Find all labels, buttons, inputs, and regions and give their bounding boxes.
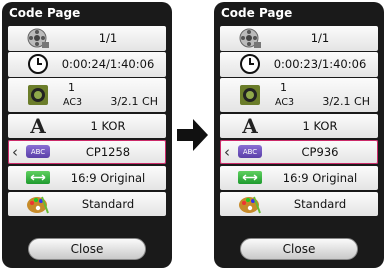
picture-mode-value: Standard [81,196,135,211]
aspect-value: 16:9 Original [282,170,358,185]
picture-mode-row[interactable]: Standard [220,191,378,216]
subtitle-row[interactable]: A 1 KOR [220,113,378,138]
speaker-icon [26,84,50,106]
title-row[interactable]: 1/1 [8,26,166,51]
aspect-ratio-icon [238,167,262,189]
audio-track-number: 1 [68,81,75,94]
reel-icon [238,27,262,49]
code-page-value: CP1258 [85,144,131,159]
audio-value: 1 AC3 3/2.1 CH [272,81,374,109]
options-panel-before: Code Page 1/1 0:00:24/1:40:06 1 AC3 3/2.… [2,2,172,268]
audio-value: 1 AC3 3/2.1 CH [60,81,162,109]
panel-title: Code Page [221,6,293,20]
palette-icon [26,193,50,215]
subtitle-row[interactable]: A 1 KOR [8,113,166,138]
title-value: 1/1 [98,31,118,46]
abc-icon: ABC [238,141,262,163]
picture-mode-value: Standard [293,196,347,211]
chevron-left-icon[interactable]: ‹ [224,143,230,161]
aspect-ratio-icon [26,167,50,189]
palette-icon [238,193,262,215]
reel-icon [26,27,50,49]
code-page-value: CP936 [301,144,339,159]
audio-channels: 3/2.1 CH [322,95,370,108]
panel-title: Code Page [9,6,81,20]
speaker-icon [238,84,262,106]
audio-row[interactable]: 1 AC3 3/2.1 CH [8,78,166,112]
audio-codec: AC3 [275,97,295,108]
subtitle-letter-icon: A [242,113,258,138]
close-button[interactable]: Close [240,238,358,260]
clock-icon [26,53,50,75]
audio-codec: AC3 [63,97,83,108]
title-row[interactable]: 1/1 [220,26,378,51]
title-value: 1/1 [310,31,330,46]
subtitle-value: 1 KOR [90,118,126,133]
options-panel-after: Code Page 1/1 0:00:23/1:40:06 1 AC3 3/2.… [214,2,384,268]
chevron-left-icon[interactable]: ‹ [12,143,18,161]
aspect-value: 16:9 Original [70,170,146,185]
time-value: 0:00:24/1:40:06 [61,57,155,72]
subtitle-letter-icon: A [30,113,46,138]
time-row[interactable]: 0:00:24/1:40:06 [8,52,166,77]
audio-channels: 3/2.1 CH [110,95,158,108]
arrow-right-icon [177,119,208,151]
close-button[interactable]: Close [28,238,146,260]
audio-row[interactable]: 1 AC3 3/2.1 CH [220,78,378,112]
subtitle-value: 1 KOR [302,118,338,133]
audio-track-number: 1 [280,81,287,94]
time-row[interactable]: 0:00:23/1:40:06 [220,52,378,77]
aspect-row[interactable]: 16:9 Original [220,165,378,190]
aspect-row[interactable]: 16:9 Original [8,165,166,190]
clock-icon [238,53,262,75]
code-page-row[interactable]: ‹ ABC CP1258 [8,139,166,164]
abc-icon: ABC [26,141,50,163]
picture-mode-row[interactable]: Standard [8,191,166,216]
time-value: 0:00:23/1:40:06 [273,57,367,72]
code-page-row[interactable]: ‹ ABC CP936 [220,139,378,164]
